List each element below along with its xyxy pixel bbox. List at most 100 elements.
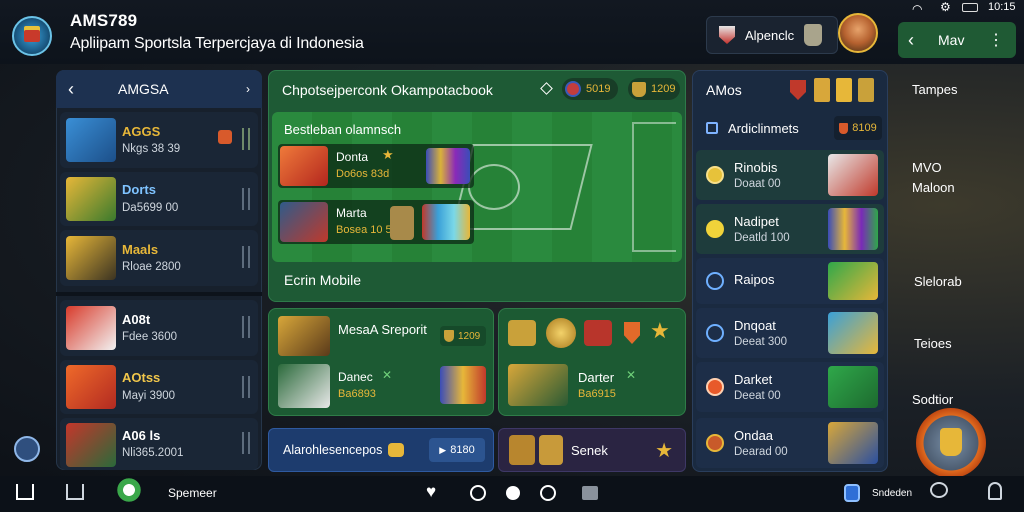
promo-left[interactable]: Alarohlesencepos ▶ 8180	[268, 428, 494, 472]
smiley-icon	[706, 220, 724, 238]
list-item[interactable]: Maals Rloae 2800	[60, 230, 258, 286]
bottom-nav-label: Spemeer	[168, 486, 217, 500]
list-item[interactable]: AOtss Mayi 3900	[60, 360, 258, 414]
next-chevron-icon[interactable]: ›	[246, 82, 250, 96]
record-icon	[706, 434, 724, 452]
badge-b-value: 1209	[651, 83, 676, 95]
back-chevron-icon[interactable]: ‹	[908, 30, 914, 51]
app-subtitle: Apliipam Sportsla Terpercjaya di Indones…	[70, 35, 364, 52]
right-subheader-badge[interactable]: 8109	[834, 116, 882, 140]
player-thumb	[280, 146, 328, 186]
list-item[interactable]: Dorts Da5699 00	[60, 172, 258, 226]
match-detail: Bosea 10 5	[336, 224, 392, 236]
list-item[interactable]: AGGS Nkgs 38 39	[60, 112, 258, 168]
player-thumb	[66, 177, 116, 221]
list-item-name: A06 ls	[122, 428, 161, 443]
player-thumb	[508, 364, 568, 406]
card-mesa-badge[interactable]: 1209	[440, 326, 486, 346]
list-item-name: AOtss	[122, 370, 161, 385]
promo-left-label: Alarohlesencepos	[283, 443, 383, 457]
side-menu-item[interactable]: Sodtior	[912, 392, 953, 407]
promo-right[interactable]: Senek ★	[498, 428, 686, 472]
list-item-name: Dorts	[122, 182, 156, 197]
player-thumb	[280, 202, 328, 242]
side-menu-item[interactable]: Tampes	[912, 82, 958, 97]
home-icon[interactable]	[16, 484, 34, 500]
card-darter-detail: Ba6915	[578, 388, 616, 400]
card-danec-detail: Ba6893	[338, 388, 376, 400]
side-menu-item[interactable]: MVO	[912, 160, 942, 175]
coin-icon	[706, 166, 724, 184]
drag-handle-icon[interactable]	[242, 188, 250, 210]
play-icon: ▶	[439, 444, 447, 455]
list-item-detail: Rloae 2800	[122, 261, 181, 273]
team-card-thumb	[828, 208, 878, 250]
list-item[interactable]: Darket Deeat 00	[696, 362, 884, 412]
list-item[interactable]: Rinobis Doaat 00	[696, 150, 884, 200]
back-chevron-icon[interactable]: ‹	[68, 79, 74, 100]
app-title: AMS789	[70, 11, 138, 30]
app-icon[interactable]	[114, 478, 144, 502]
list-item[interactable]: Nadipet Deatld 100	[696, 204, 884, 254]
trophy-icon	[632, 81, 646, 97]
drag-handle-icon[interactable]	[242, 246, 250, 268]
square-icon[interactable]	[582, 486, 598, 500]
right-header[interactable]: ‹ Mav ⋮	[898, 22, 1016, 58]
drag-handle-icon[interactable]	[242, 128, 250, 150]
list-item[interactable]: Ondaa Dearad 00	[696, 418, 884, 468]
match-card[interactable]: Marta Bosea 10 5	[278, 200, 474, 244]
person-icon[interactable]	[988, 482, 1002, 500]
page-dot[interactable]	[470, 485, 486, 501]
floating-action-button[interactable]	[916, 408, 986, 478]
shield-app-icon[interactable]	[844, 484, 860, 502]
card-danec-title: Danec	[338, 370, 373, 384]
list-item[interactable]: Dnqoat Deeat 300	[696, 308, 884, 358]
card-mesa-badge-value: 1209	[458, 330, 481, 342]
shield-icon	[719, 26, 735, 44]
badge-a[interactable]: 5019	[562, 78, 618, 100]
list-item-detail: Nkgs 38 39	[122, 143, 181, 155]
match-card[interactable]: Donta ★ Do6os 83d	[278, 144, 474, 188]
page-dot-active[interactable]	[506, 486, 520, 500]
drag-handle-icon[interactable]	[242, 376, 250, 398]
trophy-icon	[508, 320, 536, 346]
right-subheader-label: Ardiclinmets	[728, 120, 799, 136]
left-panel-header[interactable]: ‹ AMGSA ›	[56, 70, 262, 108]
wifi-icon: ◠	[912, 2, 923, 16]
card-mesa-title: MesaA Sreporit	[338, 322, 427, 337]
drag-handle-icon[interactable]	[242, 316, 250, 338]
heart-icon[interactable]: ♥	[426, 482, 436, 502]
list-item-detail: Dearad 00	[734, 446, 788, 458]
list-item-name: A08t	[122, 312, 151, 327]
match-name: Donta	[336, 150, 369, 164]
chat-icon[interactable]	[930, 482, 948, 498]
side-menu-item[interactable]: Slelorab	[914, 274, 962, 289]
home-outline-icon[interactable]	[66, 484, 84, 500]
star-icon: ★	[655, 439, 673, 462]
player-thumb	[278, 364, 330, 408]
list-item-detail: Mayi 3900	[122, 390, 176, 402]
page-dot[interactable]	[540, 485, 556, 501]
promo-left-badge[interactable]: ▶ 8180	[429, 438, 485, 462]
right-subheader[interactable]: Ardiclinmets 8109	[698, 112, 882, 144]
list-item[interactable]: A06 ls Nli365.2001	[60, 418, 258, 470]
promo-right-label: Senek	[571, 442, 608, 458]
app-logo[interactable]	[12, 16, 52, 56]
side-menu-item[interactable]: Teioes	[914, 336, 952, 351]
avatar[interactable]	[838, 13, 878, 53]
badge-b[interactable]: 1209	[628, 78, 680, 100]
list-item[interactable]: Raipos	[696, 258, 884, 304]
film-reel-icon[interactable]	[14, 436, 40, 462]
account-chip[interactable]: Alpenclc	[706, 16, 838, 54]
trophy-icon	[444, 330, 454, 342]
status-time: 10:15	[988, 1, 1016, 13]
featured-title: Bestleban olamnsch	[284, 122, 402, 137]
list-item-name: Maals	[122, 242, 159, 257]
swords-icon	[706, 324, 724, 342]
list-item[interactable]: A08t Fdee 3600	[60, 300, 258, 356]
side-menu-item[interactable]: Maloon	[912, 180, 955, 195]
card-icon	[836, 78, 852, 102]
more-icon[interactable]: ⋮	[988, 30, 1004, 50]
drag-handle-icon[interactable]	[242, 432, 250, 454]
promo-left-badge-value: 8180	[450, 444, 475, 456]
